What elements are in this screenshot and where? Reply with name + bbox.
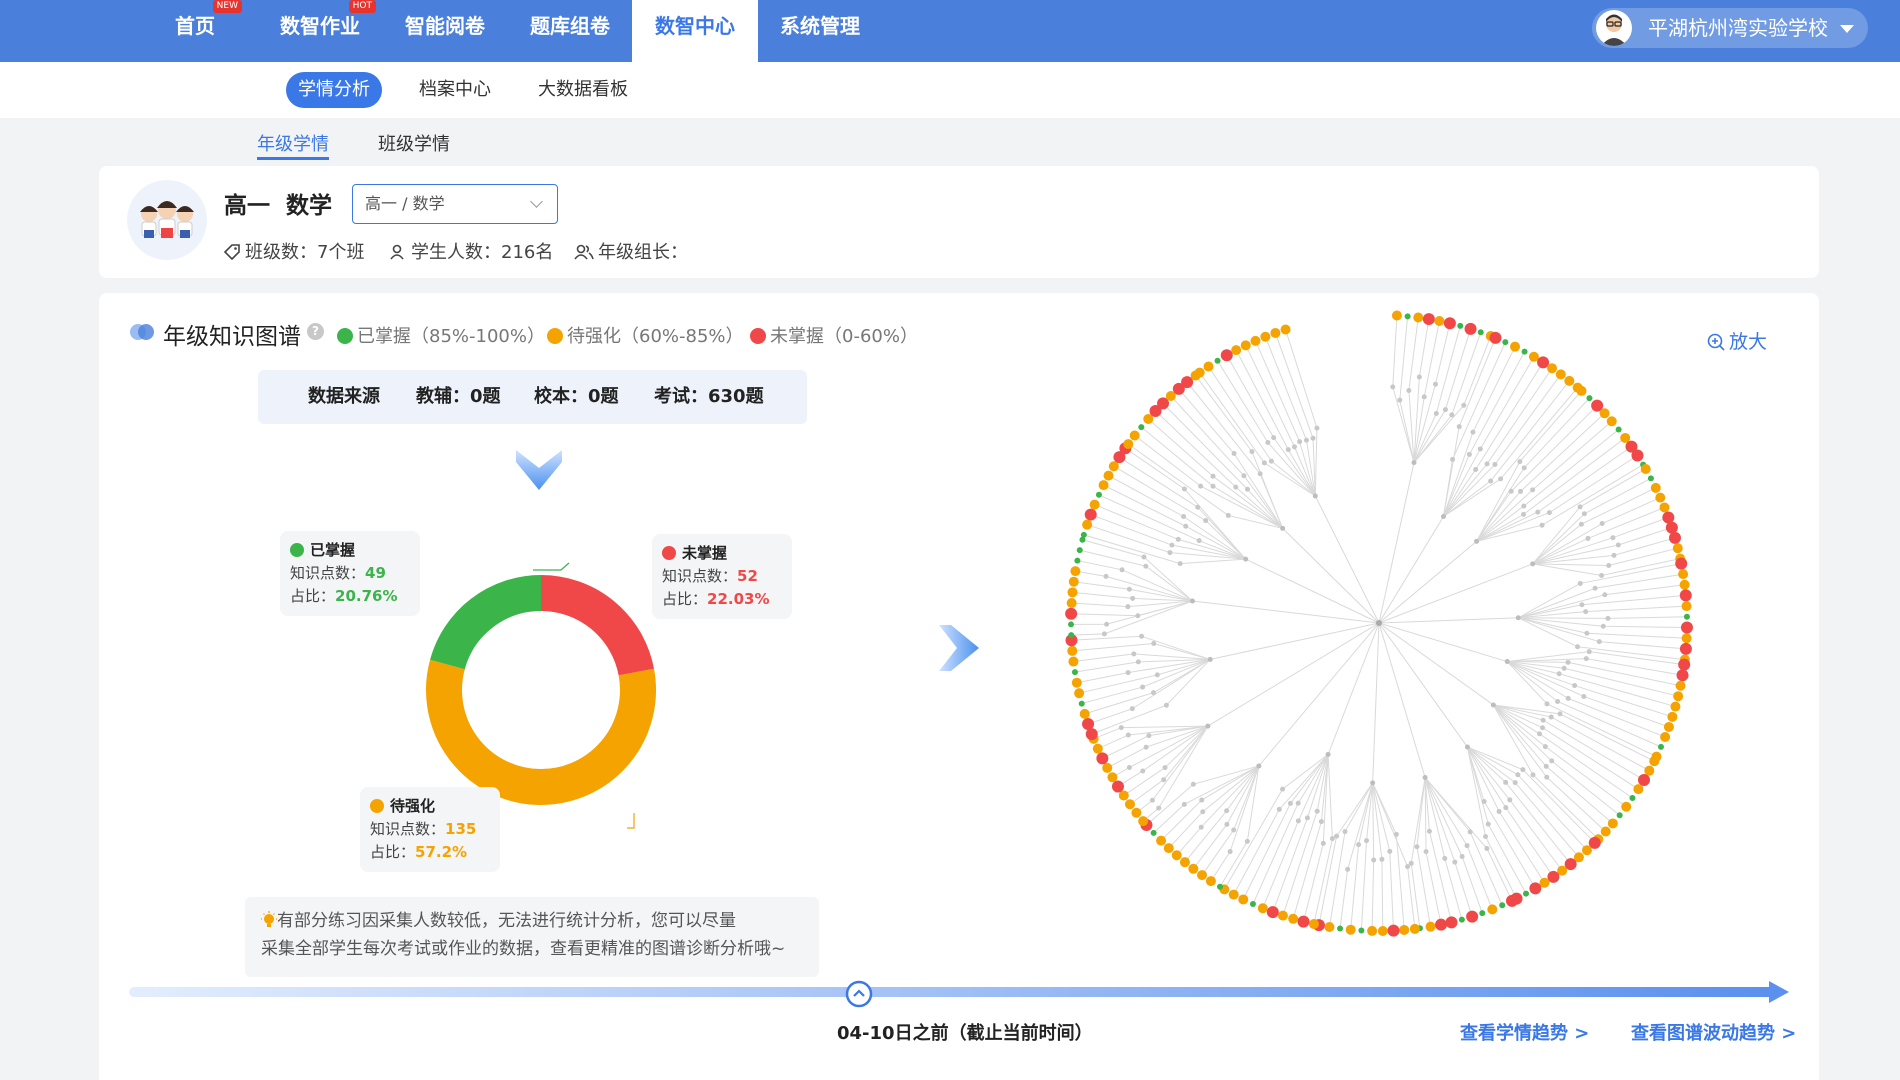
nav-question-bank-label: 题库组卷: [530, 14, 610, 38]
red-dot-icon: [662, 546, 676, 560]
legend-unmastered-label: 未掌握（0-60%）: [770, 326, 918, 347]
hint-line-2: 采集全部学生每次考试或作业的数据，查看更精准的图谱诊断分析哦~: [261, 939, 786, 959]
source-school: 校本：0题: [534, 386, 619, 407]
data-source-box: 数据来源 教辅：0题 校本：0题 考试：630题: [258, 370, 807, 424]
green-dot-icon: [337, 328, 353, 344]
green-dot-icon: [290, 543, 304, 557]
school-name: 平湖杭州湾实验学校: [1648, 16, 1828, 40]
students-illustration: [127, 180, 207, 260]
class-count-text: 班级数：7个班: [245, 242, 365, 263]
zoom-in-icon: [1707, 333, 1725, 351]
timeline-label: 04-10日之前（截止当前时间）: [837, 1023, 1093, 1044]
tag-icon: [223, 244, 240, 261]
mastered-count: 49: [365, 564, 386, 582]
bulb-icon: [261, 911, 277, 927]
caret-down-icon: [1840, 25, 1854, 33]
unmastered-ratio: 22.03%: [707, 590, 770, 608]
label-strengthen: 待强化 知识点数：135 占比：57.2%: [360, 787, 500, 872]
view-trend-link[interactable]: 查看学情趋势 >: [1460, 1019, 1589, 1045]
student-icon: [390, 244, 404, 260]
student-count-text: 学生人数：216名: [411, 242, 554, 263]
nav-grading[interactable]: 智能阅卷: [395, 0, 495, 62]
grade-leader-text: 年级组长：: [598, 242, 688, 263]
student-count: 学生人数：216名: [389, 238, 553, 264]
nav-question-bank[interactable]: 题库组卷: [520, 0, 620, 62]
source-label: 数据来源: [308, 386, 380, 407]
unmastered-count: 52: [737, 567, 758, 585]
grade-info-card: 高一 数学 高一 / 数学 班级数：7个班 学生人数：216名 年级组长：: [99, 166, 1819, 278]
grade-title: 高一 数学: [224, 193, 333, 219]
mastered-ratio-label: 占比：: [290, 587, 336, 605]
nav-grading-label: 智能阅卷: [405, 14, 485, 38]
nav-homework-label: 数智作业: [280, 14, 360, 38]
graph-nodes: [1065, 310, 1693, 937]
strengthen-ratio-label: 占比：: [370, 843, 416, 861]
nav-homework[interactable]: 数智作业 HOT: [270, 0, 376, 62]
hot-badge: HOT: [348, 0, 376, 13]
hint-box: 有部分练习因采集人数较低，无法进行统计分析，您可以尽量 采集全部学生每次考试或作…: [245, 897, 819, 977]
help-icon[interactable]: ?: [307, 323, 324, 340]
people-icon: [574, 244, 594, 260]
nav-system-label: 系统管理: [780, 14, 860, 38]
legend-strengthen-label: 待强化（60%-85%）: [567, 326, 744, 347]
unmastered-count-label: 知识点数：: [662, 567, 738, 585]
legend-unmastered: 未掌握（0-60%）: [750, 322, 918, 348]
subnav-bigdata[interactable]: 大数据看板: [528, 72, 638, 108]
label-unmastered: 未掌握 知识点数：52 占比：22.03%: [652, 534, 792, 619]
knowledge-graph-card: 年级知识图谱 ? 已掌握（85%-100%） 待强化（60%-85%） 未掌握（…: [99, 293, 1819, 1080]
strengthen-title: 待强化: [390, 797, 436, 815]
arrow-right-icon: [939, 625, 979, 671]
subnav-analysis[interactable]: 学情分析: [286, 72, 382, 108]
strengthen-count-label: 知识点数：: [370, 820, 446, 838]
strengthen-ratio: 57.2%: [415, 843, 468, 861]
red-dot-icon: [750, 328, 766, 344]
unmastered-ratio-label: 占比：: [662, 590, 708, 608]
nav-data-center[interactable]: 数智中心: [632, 0, 758, 62]
grade-subject-value: 高一 / 数学: [365, 194, 445, 213]
nav-home-label: 首页: [175, 14, 215, 38]
strengthen-count: 135: [445, 820, 477, 838]
subnav-archive[interactable]: 档案中心: [407, 72, 503, 108]
hint-line-1: 有部分练习因采集人数较低，无法进行统计分析，您可以尽量: [277, 911, 736, 931]
nav-data-center-label: 数智中心: [655, 14, 735, 38]
knowledge-graph: [1065, 310, 1693, 937]
unmastered-title: 未掌握: [682, 544, 728, 562]
grade-leader: 年级组长：: [574, 238, 688, 264]
arrow-down-icon: [516, 450, 562, 490]
user-menu[interactable]: 平湖杭州湾实验学校: [1592, 8, 1868, 48]
class-count: 班级数：7个班: [223, 238, 364, 264]
zoom-button[interactable]: 放大: [1707, 327, 1767, 354]
mastered-title: 已掌握: [310, 541, 356, 559]
orange-dot-icon: [547, 328, 563, 344]
legend-mastered: 已掌握（85%-100%）: [337, 322, 545, 348]
user-avatar: [1596, 10, 1632, 46]
graph-logo-icon: [130, 324, 154, 340]
tab-grade[interactable]: 年级学情: [257, 130, 329, 160]
chevron-down-icon: [530, 195, 543, 208]
timeline-handle-icon[interactable]: [844, 979, 874, 1009]
label-mastered: 已掌握 知识点数：49 占比：20.76%: [280, 531, 420, 616]
mastered-count-label: 知识点数：: [290, 564, 366, 582]
timeline-bar[interactable]: [129, 973, 1829, 1013]
tab-class[interactable]: 班级学情: [378, 130, 450, 160]
nav-system[interactable]: 系统管理: [770, 0, 870, 62]
sub-nav: 学情分析 档案中心 大数据看板: [0, 62, 1900, 118]
legend-strengthen: 待强化（60%-85%）: [547, 322, 744, 348]
mastered-ratio: 20.76%: [335, 587, 398, 605]
top-nav: 首页 NEW 数智作业 HOT 智能阅卷 题库组卷 数智中心 系统管理 平湖杭州…: [0, 0, 1900, 62]
grade-subject-select[interactable]: 高一 / 数学: [352, 184, 558, 224]
view-wave-link[interactable]: 查看图谱波动趋势 >: [1631, 1019, 1796, 1045]
zoom-label: 放大: [1729, 331, 1768, 353]
source-exam: 考试：630题: [654, 386, 764, 407]
nav-home[interactable]: 首页 NEW: [160, 0, 242, 62]
orange-dot-icon: [370, 799, 384, 813]
graph-title: 年级知识图谱: [163, 324, 301, 350]
new-badge: NEW: [212, 0, 242, 13]
legend-mastered-label: 已掌握（85%-100%）: [357, 326, 545, 347]
source-tutor: 教辅：0题: [416, 386, 501, 407]
